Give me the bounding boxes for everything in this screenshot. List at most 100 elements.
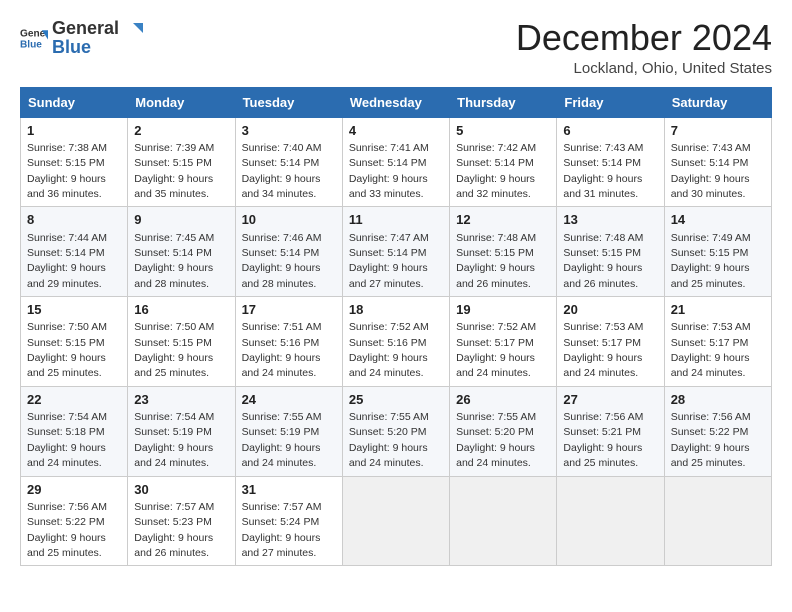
col-thursday: Thursday [450,87,557,117]
day-number: 10 [242,211,336,229]
table-row: 23 Sunrise: 7:54 AMSunset: 5:19 PMDaylig… [128,386,235,476]
col-wednesday: Wednesday [342,87,449,117]
day-number: 3 [242,122,336,140]
table-row: 12 Sunrise: 7:48 AMSunset: 5:15 PMDaylig… [450,207,557,297]
table-row: 15 Sunrise: 7:50 AMSunset: 5:15 PMDaylig… [21,297,128,387]
calendar-week-row: 1 Sunrise: 7:38 AMSunset: 5:15 PMDayligh… [21,117,772,207]
table-row: 1 Sunrise: 7:38 AMSunset: 5:15 PMDayligh… [21,117,128,207]
calendar-week-row: 15 Sunrise: 7:50 AMSunset: 5:15 PMDaylig… [21,297,772,387]
day-number: 19 [456,301,550,319]
day-info: Sunrise: 7:47 AMSunset: 5:14 PMDaylight:… [349,232,429,290]
table-row: 4 Sunrise: 7:41 AMSunset: 5:14 PMDayligh… [342,117,449,207]
col-tuesday: Tuesday [235,87,342,117]
day-info: Sunrise: 7:39 AMSunset: 5:15 PMDaylight:… [134,142,214,200]
day-number: 7 [671,122,765,140]
day-info: Sunrise: 7:54 AMSunset: 5:18 PMDaylight:… [27,411,107,469]
day-info: Sunrise: 7:50 AMSunset: 5:15 PMDaylight:… [134,321,214,379]
logo-bird-icon [121,19,143,41]
table-row: 11 Sunrise: 7:47 AMSunset: 5:14 PMDaylig… [342,207,449,297]
table-row: 27 Sunrise: 7:56 AMSunset: 5:21 PMDaylig… [557,386,664,476]
title-area: December 2024 Lockland, Ohio, United Sta… [516,18,772,77]
day-info: Sunrise: 7:48 AMSunset: 5:15 PMDaylight:… [563,232,643,290]
table-row: 14 Sunrise: 7:49 AMSunset: 5:15 PMDaylig… [664,207,771,297]
day-info: Sunrise: 7:56 AMSunset: 5:22 PMDaylight:… [671,411,751,469]
logo-icon: General Blue [20,24,48,52]
day-number: 23 [134,391,228,409]
table-row: 10 Sunrise: 7:46 AMSunset: 5:14 PMDaylig… [235,207,342,297]
day-info: Sunrise: 7:41 AMSunset: 5:14 PMDaylight:… [349,142,429,200]
table-row: 5 Sunrise: 7:42 AMSunset: 5:14 PMDayligh… [450,117,557,207]
day-number: 25 [349,391,443,409]
day-info: Sunrise: 7:50 AMSunset: 5:15 PMDaylight:… [27,321,107,379]
table-row: 24 Sunrise: 7:55 AMSunset: 5:19 PMDaylig… [235,386,342,476]
day-number: 2 [134,122,228,140]
day-number: 17 [242,301,336,319]
day-number: 8 [27,211,121,229]
table-row: 16 Sunrise: 7:50 AMSunset: 5:15 PMDaylig… [128,297,235,387]
day-number: 31 [242,481,336,499]
day-info: Sunrise: 7:53 AMSunset: 5:17 PMDaylight:… [671,321,751,379]
day-info: Sunrise: 7:45 AMSunset: 5:14 PMDaylight:… [134,232,214,290]
table-row [557,476,664,566]
day-number: 30 [134,481,228,499]
day-number: 29 [27,481,121,499]
day-info: Sunrise: 7:52 AMSunset: 5:17 PMDaylight:… [456,321,536,379]
table-row: 31 Sunrise: 7:57 AMSunset: 5:24 PMDaylig… [235,476,342,566]
table-row: 21 Sunrise: 7:53 AMSunset: 5:17 PMDaylig… [664,297,771,387]
table-row: 19 Sunrise: 7:52 AMSunset: 5:17 PMDaylig… [450,297,557,387]
day-number: 15 [27,301,121,319]
day-number: 9 [134,211,228,229]
day-info: Sunrise: 7:44 AMSunset: 5:14 PMDaylight:… [27,232,107,290]
calendar-week-row: 29 Sunrise: 7:56 AMSunset: 5:22 PMDaylig… [21,476,772,566]
month-title: December 2024 [516,18,772,58]
table-row: 9 Sunrise: 7:45 AMSunset: 5:14 PMDayligh… [128,207,235,297]
day-info: Sunrise: 7:38 AMSunset: 5:15 PMDaylight:… [27,142,107,200]
col-saturday: Saturday [664,87,771,117]
day-info: Sunrise: 7:56 AMSunset: 5:22 PMDaylight:… [27,501,107,559]
day-number: 21 [671,301,765,319]
table-row: 29 Sunrise: 7:56 AMSunset: 5:22 PMDaylig… [21,476,128,566]
day-number: 27 [563,391,657,409]
location-subtitle: Lockland, Ohio, United States [516,60,772,77]
col-monday: Monday [128,87,235,117]
table-row: 26 Sunrise: 7:55 AMSunset: 5:20 PMDaylig… [450,386,557,476]
day-info: Sunrise: 7:51 AMSunset: 5:16 PMDaylight:… [242,321,322,379]
day-number: 18 [349,301,443,319]
day-info: Sunrise: 7:40 AMSunset: 5:14 PMDaylight:… [242,142,322,200]
calendar-week-row: 8 Sunrise: 7:44 AMSunset: 5:14 PMDayligh… [21,207,772,297]
table-row: 3 Sunrise: 7:40 AMSunset: 5:14 PMDayligh… [235,117,342,207]
day-number: 5 [456,122,550,140]
day-info: Sunrise: 7:55 AMSunset: 5:20 PMDaylight:… [456,411,536,469]
table-row: 7 Sunrise: 7:43 AMSunset: 5:14 PMDayligh… [664,117,771,207]
col-friday: Friday [557,87,664,117]
logo-general: General [52,18,119,38]
day-info: Sunrise: 7:56 AMSunset: 5:21 PMDaylight:… [563,411,643,469]
day-number: 26 [456,391,550,409]
day-info: Sunrise: 7:43 AMSunset: 5:14 PMDaylight:… [563,142,643,200]
day-info: Sunrise: 7:52 AMSunset: 5:16 PMDaylight:… [349,321,429,379]
svg-text:Blue: Blue [20,39,42,50]
day-info: Sunrise: 7:53 AMSunset: 5:17 PMDaylight:… [563,321,643,379]
calendar-header-row: Sunday Monday Tuesday Wednesday Thursday… [21,87,772,117]
day-number: 1 [27,122,121,140]
calendar-week-row: 22 Sunrise: 7:54 AMSunset: 5:18 PMDaylig… [21,386,772,476]
col-sunday: Sunday [21,87,128,117]
day-info: Sunrise: 7:55 AMSunset: 5:19 PMDaylight:… [242,411,322,469]
svg-text:General: General [20,28,48,39]
day-number: 20 [563,301,657,319]
day-number: 28 [671,391,765,409]
day-info: Sunrise: 7:46 AMSunset: 5:14 PMDaylight:… [242,232,322,290]
day-number: 13 [563,211,657,229]
table-row: 18 Sunrise: 7:52 AMSunset: 5:16 PMDaylig… [342,297,449,387]
day-number: 22 [27,391,121,409]
day-number: 14 [671,211,765,229]
day-info: Sunrise: 7:43 AMSunset: 5:14 PMDaylight:… [671,142,751,200]
table-row: 17 Sunrise: 7:51 AMSunset: 5:16 PMDaylig… [235,297,342,387]
calendar-table: Sunday Monday Tuesday Wednesday Thursday… [20,87,772,567]
table-row [450,476,557,566]
day-number: 4 [349,122,443,140]
table-row: 2 Sunrise: 7:39 AMSunset: 5:15 PMDayligh… [128,117,235,207]
day-info: Sunrise: 7:49 AMSunset: 5:15 PMDaylight:… [671,232,751,290]
table-row: 30 Sunrise: 7:57 AMSunset: 5:23 PMDaylig… [128,476,235,566]
table-row: 8 Sunrise: 7:44 AMSunset: 5:14 PMDayligh… [21,207,128,297]
